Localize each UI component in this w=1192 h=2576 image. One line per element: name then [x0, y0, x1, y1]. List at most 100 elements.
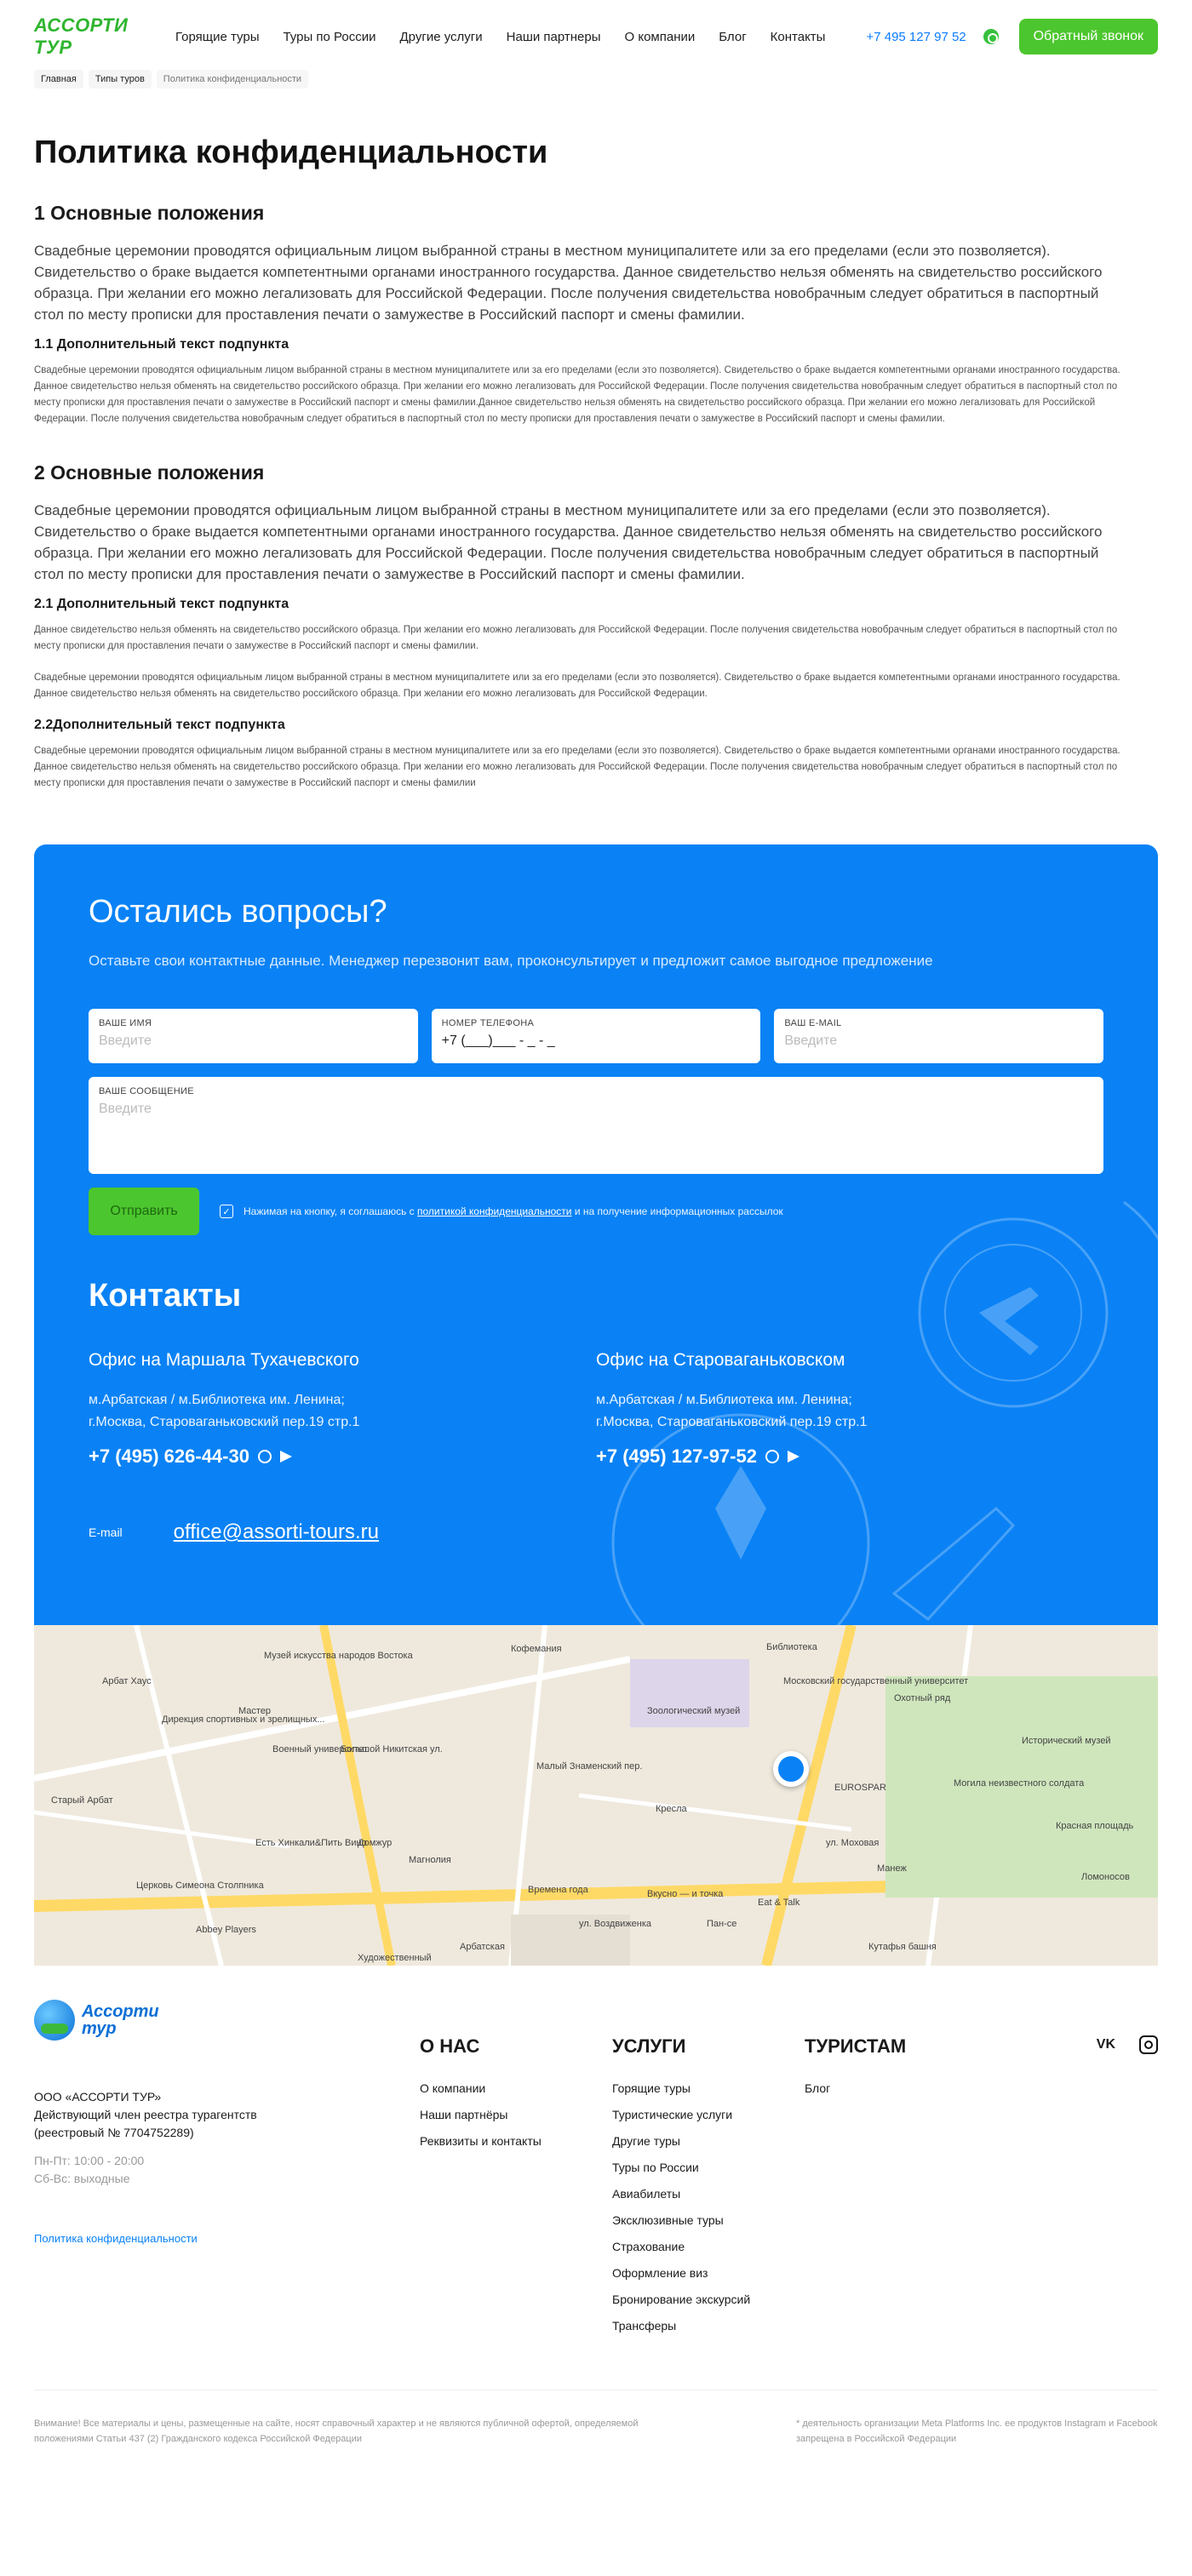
- phone-field[interactable]: НОМЕР ТЕЛЕФОНА +7 (___)___ - _ - _: [431, 1009, 761, 1063]
- breadcrumb: Главная Типы туров Политика конфиденциал…: [0, 70, 1192, 89]
- logo-text: АССОРТИ ТУР: [34, 14, 129, 58]
- whatsapp-icon[interactable]: [257, 1450, 272, 1463]
- subsection-2-2-text: Свадебные церемонии проводятся официальн…: [34, 746, 1120, 788]
- map-label: Библиотека: [766, 1642, 817, 1652]
- subsection-2-1-text-b: Свадебные церемонии проводятся официальн…: [34, 673, 1120, 699]
- footer-link[interactable]: Туры по России: [612, 2161, 805, 2174]
- footer-policy-link[interactable]: Политика конфиденциальности: [34, 2232, 420, 2245]
- footer-social: VK: [1097, 2035, 1158, 2054]
- nav-item-blog[interactable]: Блог: [719, 30, 746, 44]
- map-label: Манеж: [877, 1863, 907, 1874]
- nav-item-contacts[interactable]: Контакты: [771, 30, 826, 44]
- hours-weekend: Сб-Вс: выходные: [34, 2172, 130, 2185]
- nav-item-russia-tours[interactable]: Туры по России: [283, 30, 375, 44]
- footer-logo-line-1: Ассорти: [82, 2002, 159, 2021]
- footer-link[interactable]: Оформление виз: [612, 2266, 805, 2280]
- footer-link[interactable]: Реквизиты и контакты: [420, 2134, 612, 2148]
- office-location-pin[interactable]: [773, 1751, 809, 1787]
- subsection-1-1-title: 1.1 Дополнительный текст подпункта: [34, 337, 289, 352]
- name-input[interactable]: Введите: [99, 1033, 408, 1049]
- contact-form-row-1: ВАШЕ ИМЯ Введите НОМЕР ТЕЛЕФОНА +7 (___)…: [89, 1009, 1104, 1063]
- callback-button[interactable]: Обратный звонок: [1018, 19, 1158, 54]
- office-metro: м.Арбатская / м.Библиотека им. Ленина;: [89, 1393, 345, 1407]
- footer-logo[interactable]: Ассорти тур: [34, 2000, 420, 2041]
- map-label: Кутафья башня: [868, 1942, 937, 1952]
- breadcrumb-home[interactable]: Главная: [34, 70, 83, 89]
- office-phone-link[interactable]: +7 (495) 626-44-30: [89, 1445, 249, 1468]
- footer-link[interactable]: Туристические услуги: [612, 2108, 805, 2121]
- map-label: Малый Знаменский пер.: [536, 1761, 643, 1772]
- footer-link[interactable]: О компании: [420, 2081, 612, 2095]
- questions-title: Остались вопросы?: [89, 894, 387, 930]
- message-field-label: ВАШЕ СООБЩЕНИЕ: [99, 1086, 194, 1096]
- map-label: Магнолия: [409, 1855, 451, 1865]
- footer-link[interactable]: Другие туры: [612, 2134, 805, 2148]
- map-label: Московский государственный университет: [783, 1676, 969, 1686]
- footer-link[interactable]: Страхование: [612, 2240, 805, 2253]
- email-field[interactable]: ВАШ E-MAIL Введите: [774, 1009, 1104, 1063]
- site-header: АССОРТИ ТУР Горящие туры Туры по России …: [0, 0, 1192, 73]
- section-2-lead: Свадебные церемонии проводятся официальн…: [34, 502, 1103, 582]
- nav-item-partners[interactable]: Наши партнеры: [507, 30, 601, 44]
- footer-bottom: Внимание! Все материалы и цены, размещен…: [34, 2390, 1158, 2447]
- policy-content: Политика конфиденциальности 1 Основные п…: [0, 135, 1192, 792]
- office-title: Офис на Маршала Тухачевского: [89, 1350, 359, 1370]
- map-label: Вкусно — и точка: [647, 1889, 724, 1899]
- office-card: Офис на Маршала Тухачевского м.Арбатская…: [89, 1350, 596, 1468]
- footer-link[interactable]: Наши партнёры: [420, 2108, 612, 2121]
- vk-icon[interactable]: VK: [1097, 2037, 1115, 2052]
- map-label: Художественный: [358, 1953, 432, 1963]
- footer-services-title: УСЛУГИ: [612, 2035, 686, 2057]
- footer-disclaimer: Внимание! Все материалы и цены, размещен…: [34, 2419, 639, 2444]
- footer-logo-line-2: тур: [82, 2019, 117, 2038]
- section-2-title: 2 Основные положения: [34, 461, 265, 484]
- travel-decoration-icon: [611, 1200, 1158, 1625]
- location-map[interactable]: Арбат Хаус Музей искусства народов Восто…: [34, 1625, 1158, 1966]
- globe-logo-icon: [34, 2000, 75, 2041]
- whatsapp-icon[interactable]: [983, 29, 999, 44]
- map-label: EUROSPAR: [834, 1783, 886, 1793]
- map-label: Abbey Players: [196, 1925, 256, 1935]
- breadcrumb-current: Политика конфиденциальности: [156, 70, 309, 89]
- nav-item-hot-tours[interactable]: Горящие туры: [175, 30, 259, 44]
- message-field[interactable]: ВАШЕ СООБЩЕНИЕ Введите: [89, 1077, 1103, 1174]
- email-label: E-mail: [89, 1526, 123, 1539]
- map-label: Церковь Симеона Столпника: [136, 1880, 264, 1891]
- instagram-icon[interactable]: [1139, 2035, 1158, 2054]
- footer-link[interactable]: Трансферы: [612, 2319, 805, 2333]
- name-field-label: ВАШЕ ИМЯ: [99, 1018, 152, 1028]
- header-phone-link[interactable]: +7 495 127 97 52: [866, 30, 966, 44]
- map-label: Зоологический музей: [647, 1706, 741, 1716]
- map-streets: [34, 1625, 1158, 1966]
- email-link[interactable]: office@assorti-tours.ru: [174, 1520, 379, 1544]
- message-textarea[interactable]: Введите: [99, 1102, 1093, 1117]
- name-field[interactable]: ВАШЕ ИМЯ Введите: [89, 1009, 418, 1063]
- submit-button[interactable]: Отправить: [89, 1188, 199, 1235]
- map-label: Мастер: [238, 1706, 272, 1716]
- telegram-icon[interactable]: [279, 1451, 292, 1463]
- nav-item-other-services[interactable]: Другие услуги: [400, 30, 483, 44]
- site-logo[interactable]: АССОРТИ ТУР: [34, 14, 136, 59]
- office-address: г.Москва, Староваганьковский пер.19 стр.…: [89, 1415, 360, 1429]
- section-1-lead: Свадебные церемонии проводятся официальн…: [34, 243, 1103, 323]
- office-phone-row: +7 (495) 626-44-30: [89, 1445, 596, 1468]
- phone-input[interactable]: +7 (___)___ - _ - _: [442, 1033, 751, 1049]
- map-label: Eat & Talk: [758, 1898, 800, 1908]
- footer-link[interactable]: Горящие туры: [612, 2081, 805, 2095]
- map-label: Арбатская: [460, 1942, 505, 1952]
- footer-about-title: О НАС: [420, 2035, 480, 2057]
- questions-contacts-block: Остались вопросы? Оставьте свои контактн…: [34, 844, 1158, 1625]
- footer-tourists-col: ТУРИСТАМ Блог: [805, 2000, 997, 2345]
- consent-checkbox[interactable]: ✓: [220, 1205, 233, 1218]
- footer-link[interactable]: Авиабилеты: [612, 2187, 805, 2201]
- footer-link[interactable]: Эксклюзивные туры: [612, 2213, 805, 2227]
- email-input[interactable]: Введите: [784, 1033, 1093, 1049]
- map-label: Домжур: [358, 1838, 393, 1848]
- map-label: Времена года: [528, 1885, 588, 1895]
- breadcrumb-tour-types[interactable]: Типы туров: [88, 70, 152, 89]
- nav-item-about[interactable]: О компании: [625, 30, 696, 44]
- page-title: Политика конфиденциальности: [34, 135, 548, 170]
- map-label: Кресла: [656, 1804, 687, 1814]
- footer-link[interactable]: Бронирование экскурсий: [612, 2293, 805, 2306]
- footer-link[interactable]: Блог: [805, 2081, 997, 2095]
